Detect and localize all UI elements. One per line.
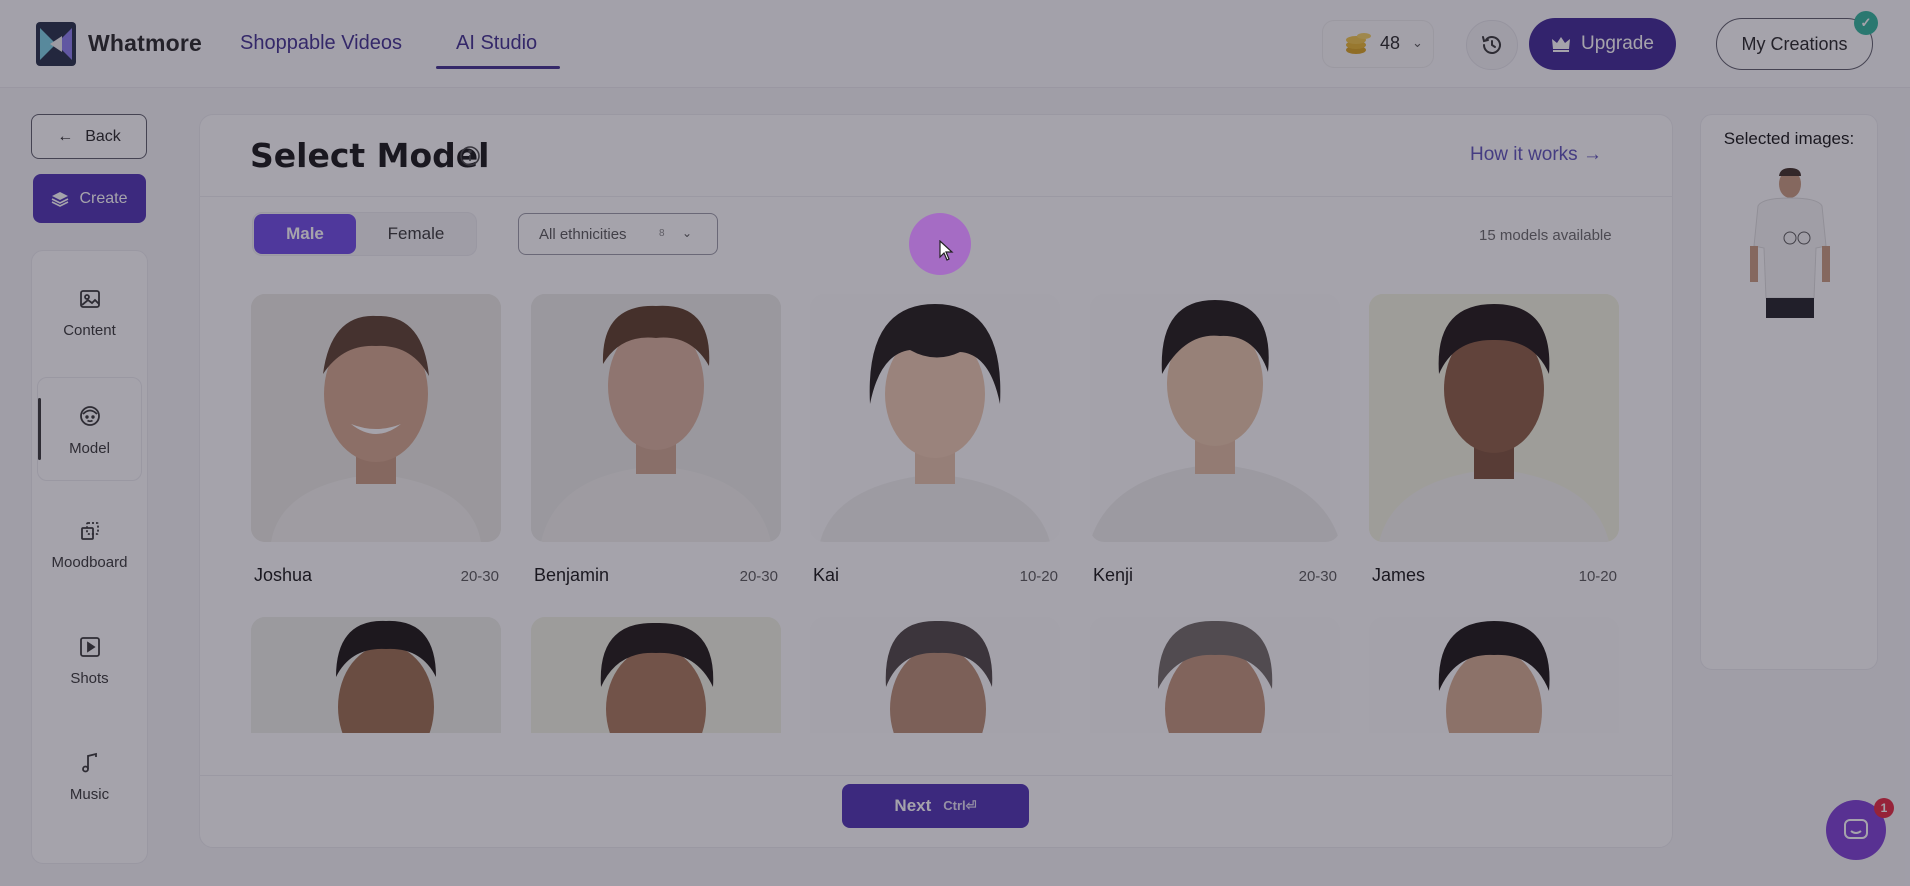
image-icon <box>79 290 100 308</box>
crown-icon <box>1552 37 1571 52</box>
ethnicity-label: All ethnicities <box>539 226 627 243</box>
sidebar-item-model[interactable]: Model <box>31 404 148 457</box>
how-it-works-link[interactable]: How it works → <box>1470 144 1602 166</box>
model-name: James <box>1372 565 1426 585</box>
chat-icon <box>1844 819 1868 839</box>
model-photo-benjamin[interactable] <box>531 294 781 542</box>
sidebar-item-shots[interactable]: Shots <box>31 636 148 687</box>
layers-icon <box>52 191 69 207</box>
next-button[interactable]: Next Ctrl⏎ <box>842 784 1029 828</box>
notification-badge: 1 <box>1874 798 1894 818</box>
sidebar-item-label: Music <box>69 786 110 803</box>
model-photo[interactable] <box>251 617 501 733</box>
sidebar-item-content[interactable]: Content <box>31 288 148 339</box>
model-photo-kai[interactable] <box>810 294 1060 542</box>
sidebar-item-label: Content <box>63 322 116 339</box>
chevron-down-icon: ⌄ <box>1412 35 1423 50</box>
back-button[interactable]: ← Back <box>31 114 147 159</box>
coins-icon <box>1346 33 1371 54</box>
info-icon[interactable] <box>459 145 481 167</box>
sidebar-item-moodboard[interactable]: Moodboard <box>31 520 148 571</box>
portrait-image <box>1090 294 1340 542</box>
create-label: Create <box>79 189 128 207</box>
keyboard-shortcut: Ctrl⏎ <box>943 798 977 813</box>
model-photo[interactable] <box>1090 617 1340 733</box>
model-photo[interactable] <box>1369 617 1619 733</box>
gender-female-button[interactable]: Female <box>362 214 470 254</box>
portrait-image <box>251 617 501 733</box>
model-photo-james[interactable] <box>1369 294 1619 542</box>
sidebar-item-label: Shots <box>70 670 109 687</box>
my-creations-label: My Creations <box>1741 33 1848 54</box>
ethnicity-select[interactable]: All ethnicities 8 ⌄ <box>518 213 718 255</box>
portrait-image <box>810 294 1060 542</box>
divider <box>199 196 1673 197</box>
portrait-image <box>810 617 1060 733</box>
portrait-image <box>1369 294 1619 542</box>
history-icon <box>1482 36 1501 54</box>
music-note-icon <box>81 752 97 773</box>
selected-images-label: Selected images: <box>1723 129 1855 148</box>
gender-male-button[interactable]: Male <box>254 214 356 254</box>
create-button[interactable]: Create <box>33 174 146 223</box>
arrow-left-icon: ← <box>57 127 74 145</box>
model-age: 10-20 <box>1578 568 1617 585</box>
model-photo[interactable] <box>531 617 781 733</box>
upgrade-label: Upgrade <box>1581 33 1654 54</box>
check-badge-icon: ✓ <box>1854 11 1878 35</box>
whatmore-logo-icon[interactable] <box>36 22 76 66</box>
cursor-arrow-icon <box>939 240 954 261</box>
history-button[interactable] <box>1466 20 1518 70</box>
model-photo-kenji[interactable] <box>1090 294 1340 542</box>
brand-name: Whatmore <box>88 30 203 56</box>
model-name: Joshua <box>254 565 313 585</box>
models-available-count: 15 models available <box>1479 227 1612 244</box>
sidebar-item-label: Model <box>69 440 110 457</box>
divider <box>199 775 1673 776</box>
page-title: Select Model <box>250 136 490 175</box>
ethnicity-count: 8 <box>659 228 665 239</box>
model-age: 20-30 <box>460 568 499 585</box>
active-tab-indicator <box>436 66 560 69</box>
coin-count: 48 <box>1380 33 1401 53</box>
model-photo[interactable] <box>810 617 1060 733</box>
portrait-image <box>531 617 781 733</box>
portrait-image <box>251 294 501 542</box>
selected-image-thumbnail[interactable] <box>1740 166 1840 318</box>
portrait-image <box>1090 617 1340 733</box>
portrait-image <box>1369 617 1619 733</box>
sidebar-item-music[interactable]: Music <box>31 752 148 803</box>
chevron-down-icon: ⌄ <box>682 226 693 240</box>
model-name: Benjamin <box>534 565 610 585</box>
model-name: Kenji <box>1093 565 1134 585</box>
portrait-image <box>531 294 781 542</box>
my-creations-button[interactable]: My Creations <box>1716 18 1873 70</box>
play-square-icon <box>79 637 100 657</box>
next-label: Next <box>894 796 932 815</box>
model-age: 20-30 <box>739 568 778 585</box>
model-age: 10-20 <box>1019 568 1058 585</box>
moodboard-icon <box>80 522 99 540</box>
upgrade-button[interactable]: Upgrade <box>1529 18 1676 70</box>
tab-shoppable-videos[interactable]: Shoppable Videos <box>240 32 402 55</box>
sidebar-item-label: Moodboard <box>51 554 128 571</box>
model-icon <box>79 406 100 426</box>
model-age: 20-30 <box>1298 568 1337 585</box>
back-label: Back <box>85 127 121 145</box>
model-photo-joshua[interactable] <box>251 294 501 542</box>
tab-ai-studio[interactable]: AI Studio <box>456 32 537 55</box>
model-name: Kai <box>813 565 840 585</box>
